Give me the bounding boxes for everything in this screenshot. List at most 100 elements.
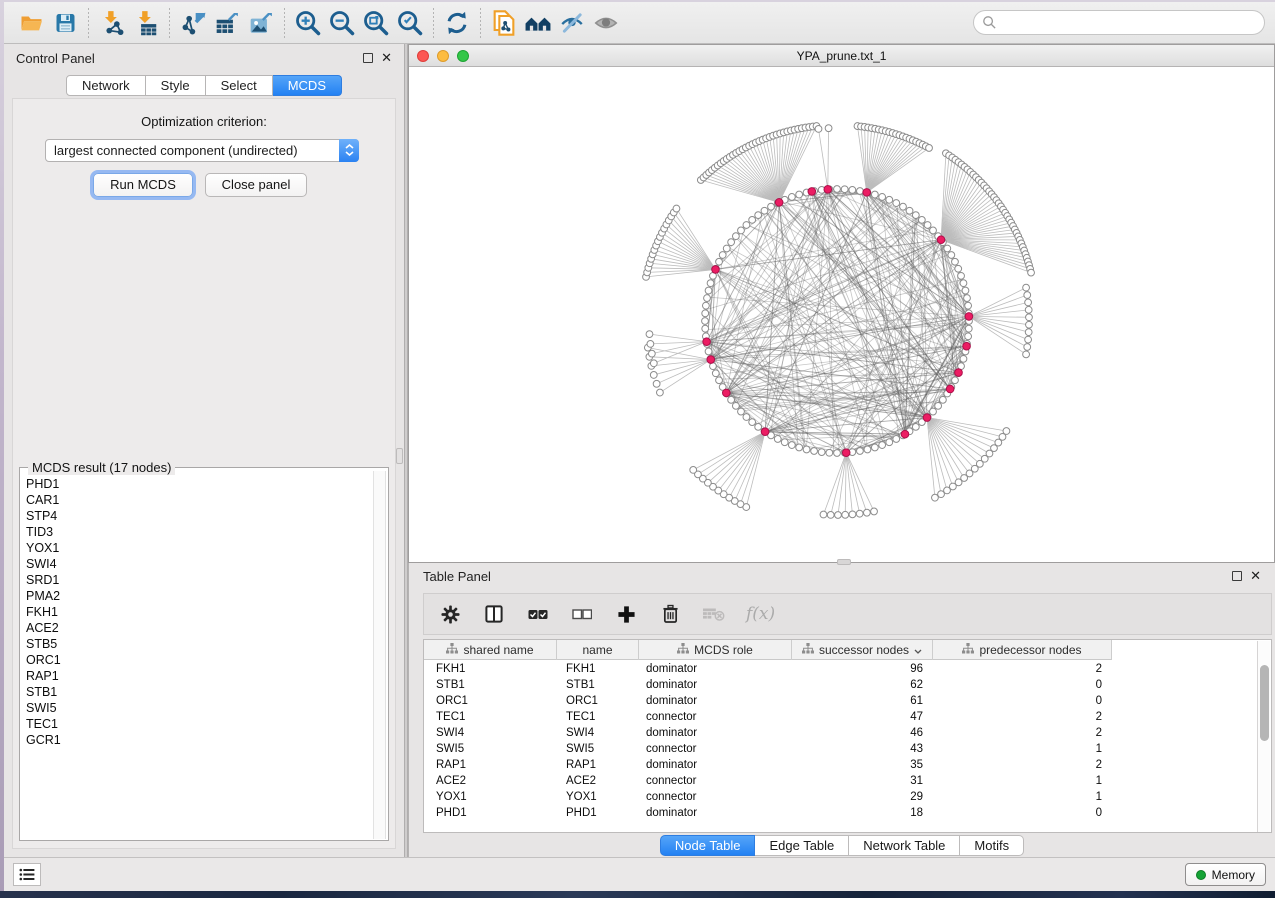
cell-shared-name: SWI4	[424, 725, 557, 741]
cell-predecessor-nodes: 2	[933, 725, 1112, 741]
table-panel-title: Table Panel	[423, 569, 491, 584]
table-row[interactable]: PHD1PHD1dominator180	[424, 805, 1258, 821]
cell-predecessor-nodes: 2	[933, 757, 1112, 773]
table-row[interactable]: FKH1FKH1dominator962	[424, 661, 1258, 677]
zoom-in-icon[interactable]	[291, 7, 325, 39]
control-panel-title: Control Panel	[16, 51, 95, 66]
column-header-shared-name[interactable]: shared name	[424, 640, 557, 660]
mcds-list-item[interactable]: GCR1	[26, 732, 373, 748]
mcds-list-item[interactable]: STP4	[26, 508, 373, 524]
float-panel-icon[interactable]	[1232, 571, 1242, 581]
close-panel-button[interactable]: Close panel	[205, 173, 307, 197]
close-panel-icon[interactable]: ✕	[1250, 571, 1261, 581]
cell-MCDS-role: dominator	[639, 725, 792, 741]
deselect-all-icon[interactable]	[570, 602, 594, 626]
delete-table-icon-disabled	[702, 602, 726, 626]
mcds-list-item[interactable]: PHD1	[26, 476, 373, 492]
show-columns-icon[interactable]	[482, 602, 506, 626]
mcds-list-item[interactable]: TID3	[26, 524, 373, 540]
table-scrollbar[interactable]	[1257, 641, 1270, 832]
mcds-list-item[interactable]: SWI5	[26, 700, 373, 716]
tab-network[interactable]: Network	[66, 75, 146, 96]
zoom-selected-icon[interactable]	[393, 7, 427, 39]
select-all-icon[interactable]	[526, 602, 550, 626]
hide-selected-icon[interactable]	[555, 7, 589, 39]
cell-name: SWI5	[557, 741, 639, 757]
save-session-icon[interactable]	[48, 7, 82, 39]
tab-edge-table[interactable]: Edge Table	[755, 835, 849, 856]
table-scrollbar-thumb[interactable]	[1260, 665, 1269, 741]
open-session-icon[interactable]	[14, 7, 48, 39]
column-header-successor-nodes[interactable]: successor nodes	[792, 640, 933, 660]
column-header-name[interactable]: name	[557, 640, 639, 660]
toolbar-separator	[480, 8, 481, 38]
cell-successor-nodes: 43	[792, 741, 933, 757]
import-table-icon[interactable]	[129, 7, 163, 39]
memory-button[interactable]: Memory	[1185, 863, 1266, 886]
table-row[interactable]: TEC1TEC1connector472	[424, 709, 1258, 725]
export-network-icon[interactable]	[176, 7, 210, 39]
mcds-list-item[interactable]: PMA2	[26, 588, 373, 604]
table-options-gear-icon[interactable]	[438, 602, 462, 626]
zoom-out-icon[interactable]	[325, 7, 359, 39]
cell-predecessor-nodes: 1	[933, 789, 1112, 805]
table-row[interactable]: RAP1RAP1dominator352	[424, 757, 1258, 773]
cell-successor-nodes: 35	[792, 757, 933, 773]
import-network-icon[interactable]	[95, 7, 129, 39]
table-row[interactable]: ACE2ACE2connector311	[424, 773, 1258, 789]
table-toolbar: f(x)	[423, 593, 1272, 635]
cell-predecessor-nodes: 0	[933, 693, 1112, 709]
table-row[interactable]: SWI4SWI4dominator462	[424, 725, 1258, 741]
mcds-result-list[interactable]: PHD1CAR1STP4TID3YOX1SWI4SRD1PMA2FKH1ACE2…	[21, 474, 373, 838]
mcds-list-item[interactable]: STB5	[26, 636, 373, 652]
toolbar-separator	[433, 8, 434, 38]
attribute-type-icon	[802, 643, 814, 657]
optimization-criterion-select[interactable]: largest connected component (undirected)	[45, 139, 359, 162]
add-column-icon[interactable]	[614, 602, 638, 626]
mcds-list-item[interactable]: STB1	[26, 684, 373, 700]
table-row[interactable]: ORC1ORC1dominator610	[424, 693, 1258, 709]
mcds-list-item[interactable]: RAP1	[26, 668, 373, 684]
cytoscape-window: Control Panel ✕ NetworkStyleSelectMCDS O…	[4, 2, 1275, 891]
search-input[interactable]	[973, 10, 1265, 35]
export-image-icon[interactable]	[244, 7, 278, 39]
show-panels-list-button[interactable]	[13, 863, 41, 886]
vertical-splitter-grip[interactable]	[396, 448, 403, 464]
network-canvas[interactable]	[409, 67, 1274, 562]
zoom-fit-icon[interactable]	[359, 7, 393, 39]
tab-node-table[interactable]: Node Table	[660, 835, 756, 856]
close-panel-icon[interactable]: ✕	[381, 53, 392, 63]
table-row[interactable]: STB1STB1dominator620	[424, 677, 1258, 693]
mcds-list-scrollbar[interactable]	[373, 471, 386, 839]
tab-style[interactable]: Style	[146, 75, 206, 96]
control-panel: Control Panel ✕ NetworkStyleSelectMCDS O…	[4, 44, 404, 857]
export-table-icon[interactable]	[210, 7, 244, 39]
run-mcds-button[interactable]: Run MCDS	[93, 173, 193, 197]
tab-mcds[interactable]: MCDS	[273, 75, 342, 96]
column-header-predecessor-nodes[interactable]: predecessor nodes	[933, 640, 1112, 660]
first-neighbors-icon[interactable]	[521, 7, 555, 39]
cell-MCDS-role: connector	[639, 789, 792, 805]
show-all-icon[interactable]	[589, 7, 623, 39]
mcds-list-item[interactable]: SRD1	[26, 572, 373, 588]
tab-select[interactable]: Select	[206, 75, 273, 96]
mcds-list-item[interactable]: CAR1	[26, 492, 373, 508]
toolbar-separator	[284, 8, 285, 38]
column-header-MCDS-role[interactable]: MCDS role	[639, 640, 792, 660]
mcds-list-item[interactable]: SWI4	[26, 556, 373, 572]
mcds-list-item[interactable]: YOX1	[26, 540, 373, 556]
tab-motifs[interactable]: Motifs	[960, 835, 1024, 856]
cell-shared-name: STB1	[424, 677, 557, 693]
new-network-from-selection-icon[interactable]	[487, 7, 521, 39]
float-panel-icon[interactable]	[363, 53, 373, 63]
mcds-list-item[interactable]: ORC1	[26, 652, 373, 668]
table-row[interactable]: YOX1YOX1connector291	[424, 789, 1258, 805]
mcds-list-item[interactable]: ACE2	[26, 620, 373, 636]
apply-layout-icon[interactable]	[440, 7, 474, 39]
table-row[interactable]: SWI5SWI5connector431	[424, 741, 1258, 757]
tab-network-table[interactable]: Network Table	[849, 835, 960, 856]
node-table-header: shared namenameMCDS rolesuccessor nodesp…	[424, 640, 1258, 660]
mcds-list-item[interactable]: TEC1	[26, 716, 373, 732]
delete-column-icon[interactable]	[658, 602, 682, 626]
mcds-list-item[interactable]: FKH1	[26, 604, 373, 620]
